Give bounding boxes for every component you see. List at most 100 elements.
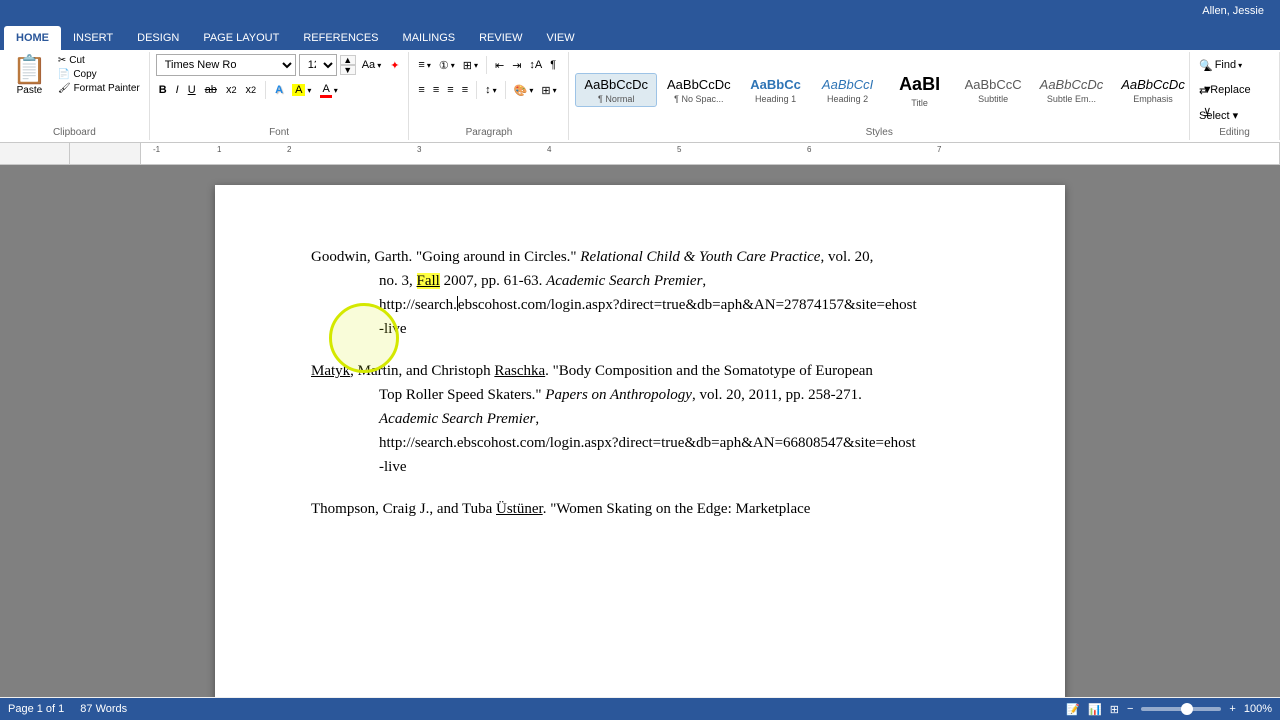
layout-icon[interactable]: ⊞ (1110, 703, 1119, 716)
style-title-label: Title (911, 98, 928, 108)
bold-button[interactable]: B (156, 79, 170, 101)
tab-view[interactable]: VIEW (535, 26, 587, 50)
tab-review[interactable]: REVIEW (467, 26, 534, 50)
line-spacing-button[interactable]: ↕▾ (482, 79, 500, 101)
shading-button[interactable]: 🎨▾ (511, 79, 537, 101)
style-heading2[interactable]: AaBbCcI Heading 2 (813, 74, 883, 106)
ref-thompson-line1: Thompson, Craig J., and Tuba Üstüner. "W… (311, 497, 969, 521)
status-right: 📝 📊 ⊞ − + 100% (1066, 703, 1272, 716)
zoom-out-icon[interactable]: − (1127, 703, 1133, 715)
format-painter-button[interactable]: 🖌 Format Painter (55, 82, 143, 95)
sort-button[interactable]: ↕A (526, 54, 545, 76)
multilevel-list-button[interactable]: ⊞▾ (460, 54, 481, 76)
format-painter-label: Format Painter (74, 83, 140, 94)
copy-icon: 📄 (58, 69, 70, 80)
font-size-select[interactable]: 12 (299, 54, 337, 76)
copy-label: Copy (73, 69, 96, 80)
select-label: Select ▾ (1199, 109, 1238, 122)
align-center-button[interactable]: ≡ (430, 79, 442, 101)
paste-button[interactable]: 📋 Paste (6, 54, 53, 98)
font-color-icon: A (320, 83, 331, 98)
zoom-slider[interactable] (1141, 707, 1221, 711)
zoom-in-icon[interactable]: + (1229, 703, 1235, 715)
tab-mailings[interactable]: MAILINGS (391, 26, 468, 50)
show-formatting-button[interactable]: ¶ (547, 54, 559, 76)
style-subtle-emphasis[interactable]: AaBbCcDc Subtle Em... (1032, 74, 1112, 106)
style-emphasis[interactable]: AaBbCcDc Emphasis (1113, 74, 1193, 106)
style-subtitle[interactable]: AaBbCcC Subtitle (957, 74, 1030, 106)
align-right-button[interactable]: ≡ (444, 79, 456, 101)
spell-check-icon[interactable]: 📝 (1066, 703, 1080, 716)
font-size-increase[interactable]: ▲ (340, 55, 356, 65)
align-left-button[interactable]: ≡ (415, 79, 427, 101)
paragraph-group: ≡▾ ①▾ ⊞▾ ⇤ ⇥ ↕A ¶ ≡ ≡ ≡ ≡ ↕▾ 🎨▾ ⊞▾ Par (409, 52, 569, 140)
borders-button[interactable]: ⊞▾ (538, 79, 559, 101)
status-icons: 📝 📊 ⊞ (1066, 703, 1119, 716)
ref-matyk-journal: Papers on Anthropology (545, 387, 692, 403)
tab-design[interactable]: DESIGN (125, 26, 191, 50)
ribbon: 📋 Paste ✂ Cut 📄 Copy 🖌 Format Painter Cl… (0, 50, 1280, 143)
style-no-spacing[interactable]: AaBbCcDc ¶ No Spac... (659, 74, 739, 106)
font-size-decrease[interactable]: ▼ (340, 65, 356, 75)
select-button[interactable]: Select ▾ (1196, 104, 1241, 126)
styles-group-label: Styles (569, 127, 1189, 138)
para-divider2 (476, 81, 477, 99)
cut-button[interactable]: ✂ Cut (55, 54, 143, 67)
text-highlight-button[interactable]: A▾ (289, 79, 314, 101)
underline-button[interactable]: U (185, 79, 199, 101)
find-button[interactable]: 🔍 Find ▾ (1196, 54, 1245, 76)
copy-button[interactable]: 📄 Copy (55, 68, 143, 81)
bullets-button[interactable]: ≡▾ (415, 54, 433, 76)
page-info: Page 1 of 1 (8, 703, 64, 715)
style-no-spacing-preview: AaBbCcDc (667, 76, 731, 94)
style-heading1-preview: AaBbCc (750, 76, 801, 94)
clear-formatting-button[interactable]: ✦ (387, 54, 402, 76)
tab-home[interactable]: HOME (4, 26, 61, 50)
tab-page-layout[interactable]: PAGE LAYOUT (191, 26, 291, 50)
para-divider1 (486, 56, 487, 74)
format-painter-icon: 🖌 (58, 83, 71, 94)
ref-matyk-line2: Top Roller Speed Skaters." Papers on Ant… (311, 383, 969, 407)
paste-label: Paste (17, 85, 43, 96)
clipboard-small-buttons: ✂ Cut 📄 Copy 🖌 Format Painter (55, 54, 143, 95)
ruler-area: -1 1 2 3 4 5 6 7 (0, 143, 1280, 165)
style-heading1[interactable]: AaBbCc Heading 1 (741, 74, 811, 106)
document-content: Goodwin, Garth. "Going around in Circles… (311, 245, 969, 521)
styles-gallery: AaBbCcDc ¶ Normal AaBbCcDc ¶ No Spac... … (575, 70, 1192, 109)
ref-goodwin-live: -live (311, 317, 969, 341)
style-normal[interactable]: AaBbCcDc ¶ Normal (575, 73, 657, 107)
justify-button[interactable]: ≡ (459, 79, 471, 101)
change-case-button[interactable]: Aa▾ (359, 54, 384, 76)
document-page[interactable]: Goodwin, Garth. "Going around in Circles… (215, 185, 1065, 697)
font-size-spinners: ▲ ▼ (340, 55, 356, 75)
track-changes-icon[interactable]: 📊 (1088, 703, 1102, 716)
title-bar: Allen, Jessie (0, 0, 1280, 22)
font-family-select[interactable]: Times New Ro (156, 54, 296, 76)
increase-indent-button[interactable]: ⇥ (509, 54, 524, 76)
style-heading1-label: Heading 1 (755, 94, 796, 104)
superscript-button[interactable]: x2 (243, 79, 260, 101)
numbering-button[interactable]: ①▾ (436, 54, 458, 76)
style-title[interactable]: AaBI Title (885, 70, 955, 109)
ref-goodwin-url: http://search.ebscohost.com/login.aspx?d… (311, 293, 969, 317)
subscript-button[interactable]: x2 (223, 79, 240, 101)
ribbon-tabs: HOME INSERT DESIGN PAGE LAYOUT REFERENCE… (0, 22, 1280, 50)
replace-button[interactable]: ⇄ Replace (1196, 79, 1254, 101)
font-color-button[interactable]: A▾ (317, 79, 340, 101)
tab-insert[interactable]: INSERT (61, 26, 125, 50)
ref-matyk: Matyk, Martin, and Christoph Raschka. "B… (311, 359, 969, 479)
text-effects-button[interactable]: A (272, 79, 286, 101)
style-normal-preview: AaBbCcDc (584, 76, 648, 94)
ref-thompson-author-underline: Üstüner (496, 501, 543, 517)
style-subtle-emphasis-label: Subtle Em... (1047, 94, 1096, 104)
ref-goodwin-line1: Goodwin, Garth. "Going around in Circles… (311, 245, 969, 269)
ref-matyk-author-underline: Matyk (311, 363, 350, 379)
ref-matyk-live: -live (311, 455, 969, 479)
ref-goodwin: Goodwin, Garth. "Going around in Circles… (311, 245, 969, 341)
italic-button[interactable]: I (173, 79, 182, 101)
decrease-indent-button[interactable]: ⇤ (492, 54, 507, 76)
doc-area: Goodwin, Garth. "Going around in Circles… (0, 165, 1280, 697)
strikethrough-button[interactable]: ab (202, 79, 220, 101)
replace-icon: ⇄ (1199, 84, 1208, 97)
tab-references[interactable]: REFERENCES (291, 26, 390, 50)
